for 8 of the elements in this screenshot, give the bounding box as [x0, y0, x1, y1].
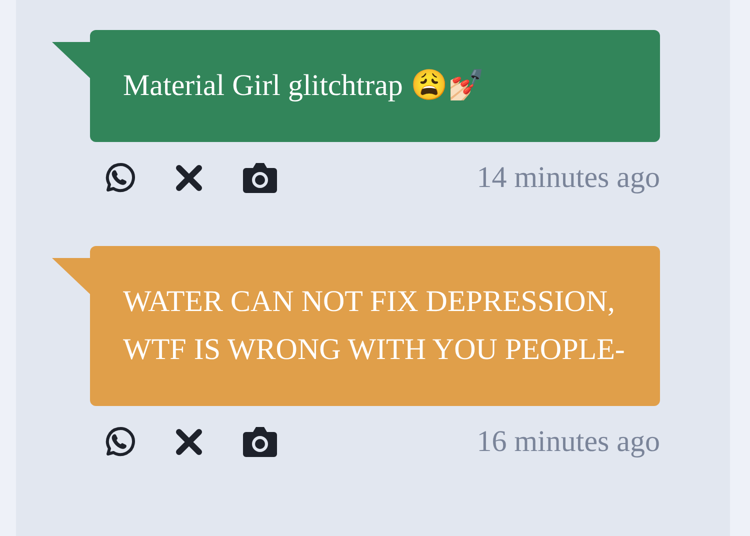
timestamp: 16 minutes ago — [476, 424, 660, 460]
close-icon[interactable] — [174, 163, 204, 193]
message-bubble: WATER CAN NOT FIX DEPRESSION, WTF IS WRONG WITH YOU PEOPLE- — [90, 246, 660, 406]
timestamp: 14 minutes ago — [476, 160, 660, 196]
camera-icon[interactable] — [242, 162, 278, 194]
close-icon[interactable] — [174, 427, 204, 457]
message-bubble: Material Girl glitchtrap 😩💅🏻 — [90, 30, 660, 142]
camera-icon[interactable] — [242, 426, 278, 458]
